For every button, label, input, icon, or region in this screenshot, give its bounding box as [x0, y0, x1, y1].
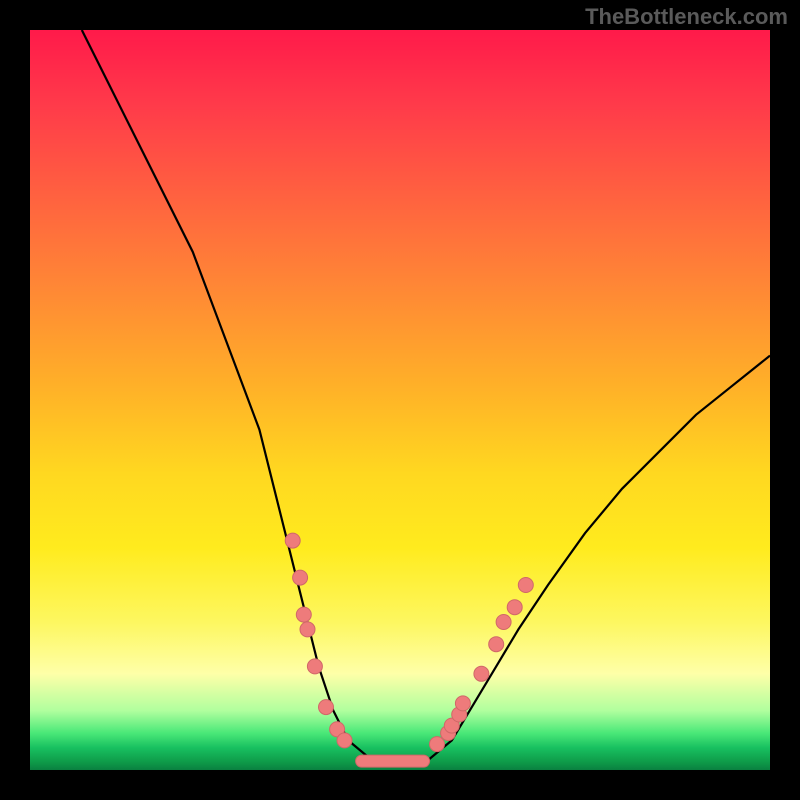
data-marker [507, 600, 522, 615]
data-marker [337, 733, 352, 748]
data-marker [474, 666, 489, 681]
data-marker [307, 659, 322, 674]
data-marker [496, 615, 511, 630]
data-marker [518, 578, 533, 593]
flat-segment [356, 755, 430, 767]
data-marker [285, 533, 300, 548]
bottleneck-curve [82, 30, 770, 763]
markers-left-group [285, 533, 352, 748]
data-marker [430, 737, 445, 752]
data-marker [300, 622, 315, 637]
markers-right-group [430, 578, 534, 752]
data-marker [455, 696, 470, 711]
plot-area [30, 30, 770, 770]
data-marker [293, 570, 308, 585]
data-marker [489, 637, 504, 652]
data-marker [319, 700, 334, 715]
curve-svg [30, 30, 770, 770]
data-marker [296, 607, 311, 622]
watermark-text: TheBottleneck.com [585, 4, 788, 30]
